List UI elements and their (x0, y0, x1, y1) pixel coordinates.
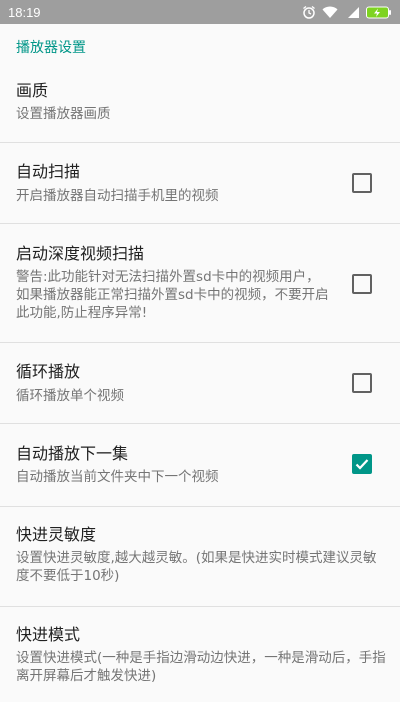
pref-title: 启动深度视频扫描 (16, 244, 145, 263)
pref-seek-mode[interactable]: 快进模式 设置快进模式(一种是手指边滑动边快进，一种是滑动后，手指离开屏幕后才触… (0, 607, 400, 702)
battery-charging-icon (366, 6, 392, 19)
pref-title: 循环播放 (16, 362, 81, 381)
pref-deep-scan[interactable]: 启动深度视频扫描 警告:此功能针对无法扫描外置sd卡中的视频用户，如果播放器能正… (0, 224, 400, 342)
status-time: 18:19 (8, 4, 41, 20)
pref-summary: 自动播放当前文件夹中下一个视频 (16, 469, 219, 485)
pref-title: 自动播放下一集 (16, 444, 129, 463)
auto-scan-checkbox[interactable] (352, 173, 372, 193)
status-bar: 18:19 (0, 0, 400, 24)
autoplay-next-checkbox[interactable] (352, 454, 372, 474)
pref-loop-play[interactable]: 循环播放 循环播放单个视频 (0, 343, 400, 423)
pref-title: 画质 (16, 81, 49, 100)
alarm-icon (302, 5, 316, 19)
pref-title: 快进灵敏度 (16, 525, 97, 544)
pref-summary: 警告:此功能针对无法扫描外置sd卡中的视频用户，如果播放器能正常扫描外置sd卡中… (16, 269, 329, 321)
pref-seek-sensitivity[interactable]: 快进灵敏度 设置快进灵敏度,越大越灵敏。(如果是快进实时模式建议灵敏度不要低于1… (0, 507, 400, 606)
check-icon (355, 459, 369, 470)
category-header: 播放器设置 (16, 40, 86, 56)
pref-autoplay-next[interactable]: 自动播放下一集 自动播放当前文件夹中下一个视频 (0, 424, 400, 506)
wifi-icon (322, 6, 338, 19)
pref-summary: 开启播放器自动扫描手机里的视频 (16, 188, 219, 204)
pref-quality[interactable]: 画质 设置播放器画质 (0, 70, 400, 142)
4g-signal-icon (344, 6, 360, 19)
pref-summary: 设置快进模式(一种是手指边滑动边快进，一种是滑动后，手指离开屏幕后才触发快进) (16, 650, 386, 684)
pref-summary: 设置快进灵敏度,越大越灵敏。(如果是快进实时模式建议灵敏度不要低于10秒) (16, 550, 377, 584)
deep-scan-checkbox[interactable] (352, 274, 372, 294)
pref-summary: 循环播放单个视频 (16, 388, 124, 404)
pref-title: 自动扫描 (16, 162, 81, 181)
pref-auto-scan[interactable]: 自动扫描 开启播放器自动扫描手机里的视频 (0, 143, 400, 223)
pref-title: 快进模式 (16, 625, 81, 644)
loop-play-checkbox[interactable] (352, 373, 372, 393)
status-icons (302, 5, 392, 19)
pref-summary: 设置播放器画质 (16, 106, 111, 122)
